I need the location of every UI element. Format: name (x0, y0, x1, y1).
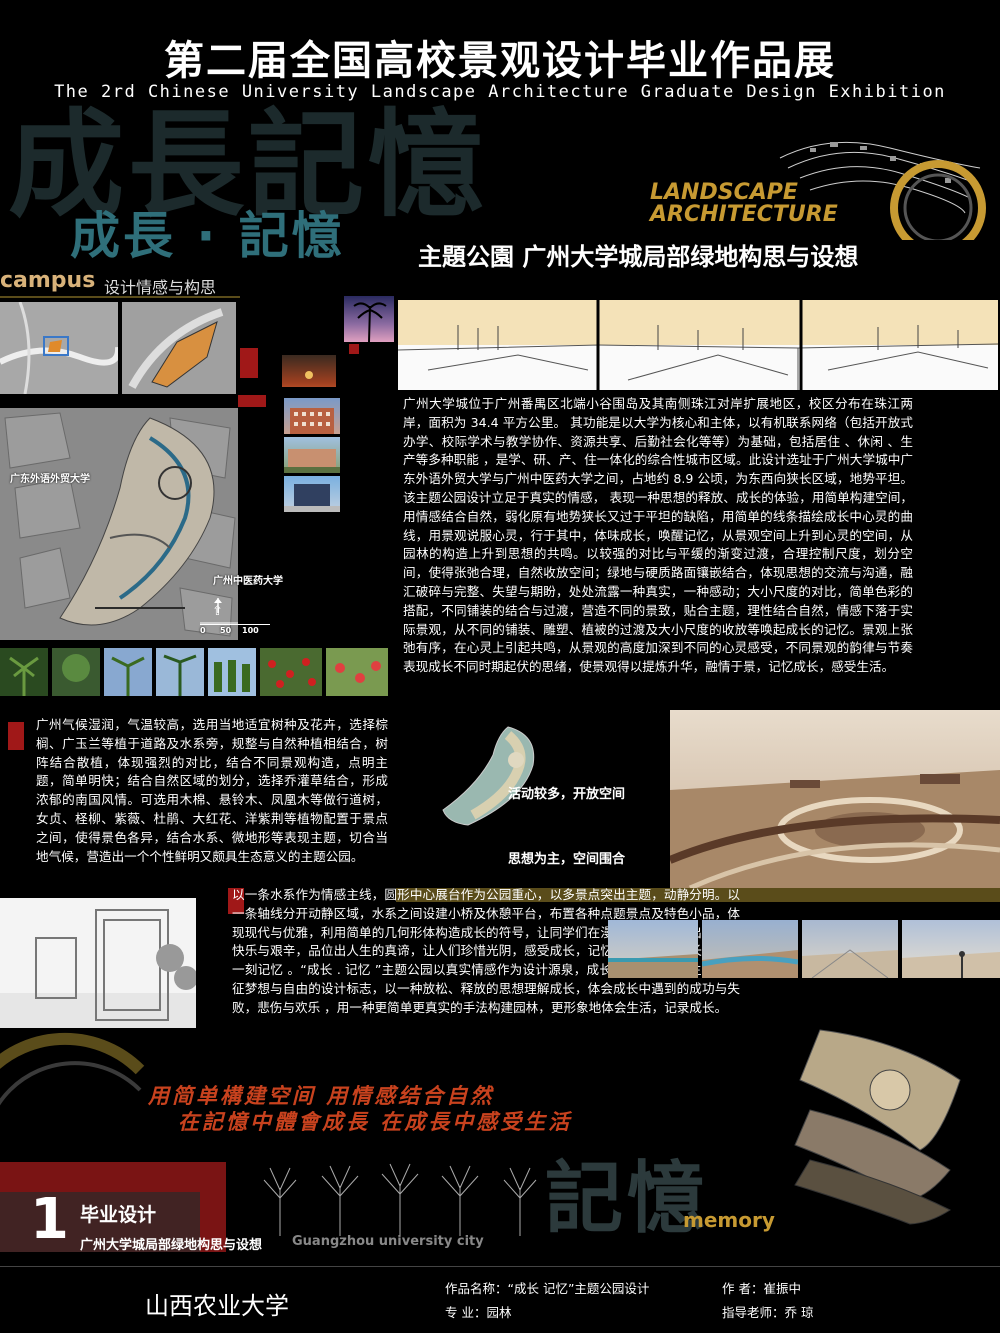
plant-photo-strip (0, 648, 388, 696)
landscape-line-1: LANDSCAPE (650, 180, 798, 205)
advisor: 指导老师：乔 琼 (722, 1305, 814, 1320)
footer-divider (0, 1266, 1000, 1267)
accent-red-block (8, 722, 24, 750)
perspective-view (608, 920, 698, 978)
zone-caption-active: 活动较多，开放空间 (508, 787, 626, 802)
scale-bar: 0 50 100 (200, 624, 270, 636)
tree-silhouettes (250, 1158, 550, 1236)
memory-label: memory (683, 1208, 775, 1232)
major: 专 业：园林 (445, 1305, 512, 1320)
dusk-tree-photo (282, 355, 336, 395)
perspective-view (702, 920, 798, 978)
plants-paragraph: 广州气候湿润，气温较高，选用当地适宜树种及花卉，选择棕榈、广玉兰等植于道路及水系… (36, 717, 388, 864)
map-label-school-b: 广州中医药大学 (213, 576, 283, 587)
campus-label: campus (0, 268, 96, 293)
perspective-view (802, 920, 898, 978)
scale-tick: 0 (200, 626, 206, 635)
site-location-map (0, 302, 118, 394)
graduate-design-subtitle: 广州大学城局部绿地构思与设想 (80, 1238, 263, 1253)
scale-tick: 50 (220, 626, 232, 635)
accent-red-block (238, 395, 266, 407)
accent-red-block (240, 348, 258, 378)
site-master-plan (0, 408, 238, 640)
graduate-number: 1 (30, 1187, 69, 1252)
intro-paragraph: 广州大学城位于广州番禺区北端小谷围岛及其南侧珠江对岸扩展地区，校区分布在珠江两岸… (403, 396, 913, 675)
building-photo (284, 476, 340, 512)
site-zoom-map (122, 302, 236, 394)
scale-tick: 100 (242, 626, 259, 635)
sunset-photo (344, 296, 394, 342)
perspective-strip (398, 300, 998, 390)
building-photo (284, 398, 340, 434)
campus-underline (0, 296, 240, 298)
accent-red-block (349, 344, 359, 354)
gate-sculpture-render (0, 898, 196, 1028)
north-arrow-icon: ⇧ (212, 604, 223, 619)
zone-caption-thought: 思想为主，空间围合 (508, 852, 626, 867)
landscape-architecture-label: LANDSCAPE ARCHITECTURE (650, 182, 838, 226)
graduate-design-label: 毕业设计 (80, 1204, 157, 1226)
work-name: 作品名称：“成长 记忆”主题公园设计 (445, 1281, 650, 1296)
exhibition-title-en: The 2rd Chinese University Landscape Arc… (54, 82, 946, 102)
poster: 成長記憶 第二届全国高校景观设计毕业作品展 The 2rd Chinese Un… (0, 0, 1000, 1333)
author: 作 者：崔振中 (722, 1281, 801, 1296)
theme-title-teal: 成長 · 記憶 (70, 207, 345, 265)
slogan-line-2: 在記憶中體會成長 在成長中感受生活 (178, 1109, 573, 1134)
axonometric-layers (780, 1020, 980, 1225)
landscape-line-2: ARCHITECTURE (650, 202, 838, 227)
park-title: 主題公園 广州大学城局部绿地构思与设想 (418, 243, 859, 271)
sepia-park-render (670, 710, 1000, 888)
perspective-view (902, 920, 1000, 978)
guangzhou-english: Guangzhou university city (292, 1234, 484, 1249)
campus-subtitle: 设计情感与构思 (104, 278, 217, 297)
map-label-school-a: 广东外语外贸大学 (10, 474, 90, 485)
building-photo (284, 437, 340, 473)
university-name: 山西农业大学 (145, 1292, 289, 1320)
zoning-diagram (438, 725, 548, 827)
exhibition-title-cn: 第二届全国高校景观设计毕业作品展 (164, 38, 836, 84)
